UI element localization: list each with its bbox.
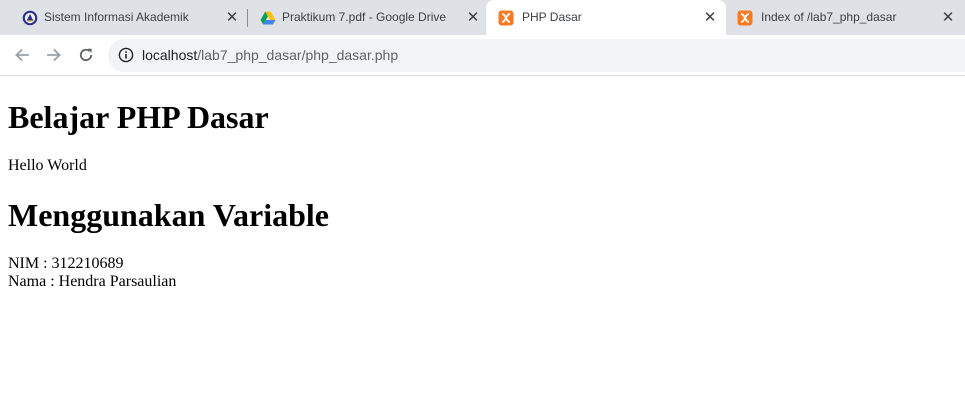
google-drive-icon — [260, 10, 276, 26]
tab-strip: Sistem Informasi Akademik ✕ Praktikum 7.… — [0, 0, 965, 35]
tab-index-of[interactable]: Index of /lab7_php_dasar ✕ — [726, 0, 965, 35]
tab-title: Index of /lab7_php_dasar — [761, 10, 897, 24]
hello-text: Hello World — [8, 157, 87, 174]
page-heading-variable: Menggunakan Variable — [8, 197, 329, 233]
url-text[interactable]: localhost/lab7_php_dasar/php_dasar.php — [142, 47, 398, 64]
tab-title: Praktikum 7.pdf - Google Drive — [282, 10, 447, 24]
tab-close-icon[interactable]: ✕ — [940, 9, 956, 25]
student-info: NIM : 312210689 Nama : Hendra Parsaulian — [8, 255, 176, 291]
info-icon[interactable] — [118, 47, 134, 63]
url-host: localhost — [142, 47, 198, 63]
tab-close-icon[interactable]: ✕ — [224, 9, 240, 25]
address-bar[interactable]: localhost/lab7_php_dasar/php_dasar.php — [108, 39, 965, 72]
tab-close-icon[interactable]: ✕ — [465, 9, 481, 25]
university-seal-icon — [22, 10, 38, 26]
url-path: /lab7_php_dasar/php_dasar.php — [197, 47, 399, 63]
page-heading-belajar: Belajar PHP Dasar — [8, 99, 269, 135]
tab-title: Sistem Informasi Akademik — [44, 10, 189, 24]
tab-close-icon[interactable]: ✕ — [702, 9, 718, 25]
browser-toolbar: localhost/lab7_php_dasar/php_dasar.php — [0, 35, 965, 76]
tab-title: PHP Dasar — [522, 10, 582, 24]
back-arrow-icon[interactable] — [10, 43, 34, 67]
page-content: Belajar PHP Dasar Hello World Menggunaka… — [0, 77, 965, 402]
nama-line: Nama : Hendra Parsaulian — [8, 273, 177, 290]
xampp-icon — [498, 10, 514, 26]
forward-arrow-icon[interactable] — [42, 43, 66, 67]
nim-line: NIM : 312210689 — [8, 255, 124, 272]
reload-icon[interactable] — [74, 43, 98, 67]
tab-google-drive[interactable]: Praktikum 7.pdf - Google Drive ✕ — [246, 0, 486, 35]
tab-sistem-informasi[interactable]: Sistem Informasi Akademik ✕ — [8, 0, 246, 35]
xampp-icon — [737, 10, 753, 26]
tab-php-dasar[interactable]: PHP Dasar ✕ — [486, 0, 726, 35]
